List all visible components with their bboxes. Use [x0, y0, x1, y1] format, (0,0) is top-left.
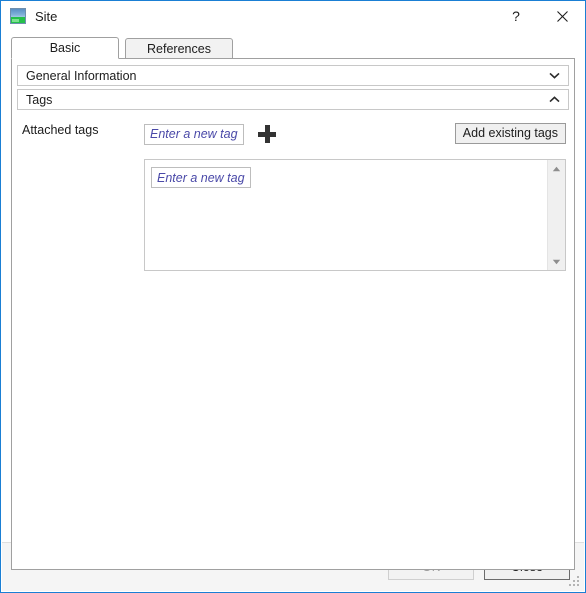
- scroll-up-arrow-icon[interactable]: [548, 160, 565, 177]
- help-icon: ?: [512, 8, 520, 24]
- chevron-down-icon: [548, 70, 560, 82]
- tab-references-label: References: [147, 41, 211, 56]
- site-dialog-window: Site ? Basic References General Informat…: [0, 0, 586, 593]
- close-window-button[interactable]: [539, 1, 585, 31]
- new-tag-input[interactable]: [144, 123, 244, 145]
- section-general-information[interactable]: General Information: [17, 65, 569, 86]
- tab-references[interactable]: References: [125, 38, 233, 59]
- tab-basic-label: Basic: [49, 41, 81, 55]
- title-bar: Site ?: [1, 1, 585, 31]
- attached-tags-label: Attached tags: [22, 123, 99, 137]
- attached-tags-list-content: [145, 160, 547, 270]
- section-tags[interactable]: Tags: [17, 89, 569, 110]
- tab-panel-basic: General Information Tags Attached tags E…: [11, 58, 575, 570]
- plus-icon[interactable]: [256, 123, 278, 145]
- list-new-tag-input[interactable]: [151, 167, 251, 188]
- tab-basic[interactable]: Basic: [11, 37, 119, 59]
- scroll-down-arrow-icon[interactable]: [548, 253, 565, 270]
- attached-tags-list: [144, 159, 566, 271]
- section-general-information-label: General Information: [26, 68, 137, 83]
- add-existing-tags-button[interactable]: Add existing tags: [454, 123, 566, 144]
- tags-section-body: Attached tags Add existing tags: [17, 113, 569, 271]
- close-icon: [556, 10, 568, 22]
- attached-tags-scrollbar[interactable]: [547, 160, 565, 270]
- site-image-icon: [10, 8, 26, 24]
- title-bar-buttons: ?: [493, 1, 585, 31]
- window-title: Site: [35, 8, 58, 24]
- tab-strip: Basic References: [11, 37, 585, 59]
- section-tags-label: Tags: [26, 92, 53, 107]
- resize-grip[interactable]: [568, 575, 581, 588]
- scrollbar-track[interactable]: [548, 177, 565, 253]
- chevron-up-icon: [548, 94, 560, 106]
- help-button[interactable]: ?: [493, 1, 539, 31]
